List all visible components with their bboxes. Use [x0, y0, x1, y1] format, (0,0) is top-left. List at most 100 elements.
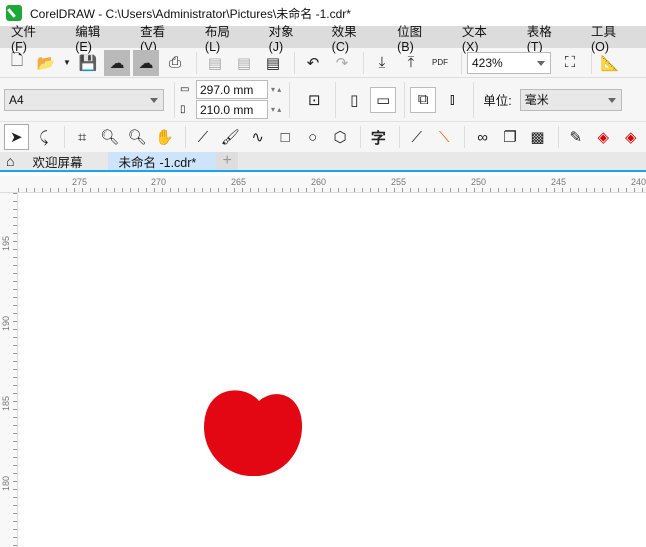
save-icon[interactable]: 💾	[75, 50, 101, 76]
redo-icon[interactable]: ↷	[329, 50, 355, 76]
menu-text[interactable]: 文本(X)	[451, 21, 508, 54]
ruler-ticks	[18, 188, 646, 192]
undo-icon[interactable]: ↶	[300, 50, 326, 76]
text-tool-icon[interactable]: 字	[366, 124, 390, 150]
tab-untitled-1[interactable]: 未命名 -1.cdr*	[108, 152, 217, 170]
new-document-icon[interactable]: 🗋	[4, 50, 30, 76]
page-height-input[interactable]: 210.0 mm	[196, 100, 268, 119]
home-icon[interactable]: ⌂	[0, 152, 20, 170]
property-bar: A4 ▭ 297.0 mm ▾ ▴ ▯ 210.0 mm ▾ ▴ ⊡ ▯ ▭ ⧉ ⫾ 单…	[0, 78, 646, 122]
ruler-label: 190	[1, 315, 11, 331]
separator	[557, 126, 559, 148]
portrait-icon[interactable]: ▯	[341, 87, 367, 113]
chevron-down-icon	[537, 60, 545, 70]
ruler-label: 255	[391, 177, 407, 187]
polygon-tool-icon[interactable]: ⬡	[328, 124, 352, 150]
drop-shadow-tool-icon[interactable]: ❐	[498, 124, 522, 150]
document-tabs: ⌂ 欢迎屏幕 未命名 -1.cdr* +	[0, 152, 646, 172]
chevron-down-icon	[607, 97, 616, 107]
cut-icon[interactable]: ▤	[202, 50, 228, 76]
shape-tool-icon[interactable]: ⤹	[32, 124, 56, 150]
paste-icon[interactable]: ▤	[260, 50, 286, 76]
chevron-down-icon	[150, 97, 158, 107]
export-icon[interactable]: ⤒	[398, 50, 424, 76]
ruler-label: 275	[72, 177, 88, 187]
ruler-label: 270	[151, 177, 167, 187]
separator	[404, 81, 406, 118]
page-width-input[interactable]: 297.0 mm	[196, 80, 268, 99]
red-apple-shape[interactable]	[204, 390, 303, 477]
separator	[335, 81, 337, 118]
separator	[196, 51, 197, 74]
apply-all-pages-icon[interactable]: ⧉	[410, 86, 437, 113]
connector-tool-icon[interactable]: ⟍	[432, 124, 456, 150]
drawing-canvas[interactable]	[19, 194, 646, 547]
ruler-label: 195	[1, 235, 11, 251]
pen-curve-tool-icon[interactable]: ∿	[246, 124, 270, 150]
options-icon[interactable]: 📐	[597, 50, 623, 76]
export-pdf-icon[interactable]: PDF	[427, 50, 453, 76]
transparency-tool-icon[interactable]: ▩	[525, 124, 549, 150]
zoom-tool-icon[interactable]: 🔍︎	[97, 124, 121, 150]
separator	[363, 51, 364, 74]
page-size-value: A4	[9, 92, 24, 107]
separator	[174, 81, 175, 118]
open-dropdown-icon[interactable]: ▼	[62, 50, 72, 76]
artistic-media-tool-icon[interactable]: 🖌	[218, 124, 242, 150]
toolbox: ➤ ⤹ ⌗ 🔍︎ 🔍︎ ✋ ⟋ 🖌 ∿ □ ○ ⬡ 字 ⟋ ⟍ ∞ ❐ ▩ ✎ …	[0, 122, 646, 152]
dimension-tool-icon[interactable]: ⟋	[405, 124, 429, 150]
units-select[interactable]: 毫米	[519, 88, 622, 111]
width-spinner[interactable]: ▾ ▴	[268, 85, 281, 94]
ruler-label: 250	[471, 177, 487, 187]
current-page-icon[interactable]: ⫾	[439, 87, 465, 113]
full-screen-icon[interactable]: ⛶	[557, 50, 583, 76]
freehand-tool-icon[interactable]: ⟋	[191, 124, 215, 150]
tab-welcome-screen[interactable]: 欢迎屏幕	[20, 152, 108, 170]
height-spinner[interactable]: ▾ ▴	[268, 105, 281, 114]
all-pages-icon[interactable]: ⊡	[301, 87, 327, 113]
page-size-select[interactable]: A4	[4, 88, 164, 111]
ruler-ticks	[13, 193, 17, 547]
page-width-icon: ▭	[180, 84, 190, 95]
ruler-label: 240	[631, 177, 646, 187]
crop-tool-icon[interactable]: ⌗	[70, 124, 94, 150]
pan-tool-icon[interactable]: ✋	[152, 124, 176, 150]
horizontal-ruler[interactable]: 275 270 265 260 255 250 245 240	[0, 176, 646, 193]
import-icon[interactable]: ⤓	[369, 50, 395, 76]
vertical-ruler[interactable]: 195 190 185 180	[0, 193, 18, 547]
ruler-label: 265	[231, 177, 247, 187]
units-value: 毫米	[524, 93, 549, 107]
print-icon[interactable]: ⎙	[162, 50, 188, 76]
ruler-label: 260	[311, 177, 327, 187]
zoom-out-tool-icon[interactable]: 🔍︎	[125, 124, 149, 150]
separator	[464, 126, 466, 148]
ruler-label: 180	[1, 475, 11, 491]
window-title: CorelDRAW - C:\Users\Administrator\Pictu…	[30, 6, 351, 21]
open-icon[interactable]: 📂	[33, 50, 59, 76]
ruler-label: 245	[551, 177, 567, 187]
ellipse-tool-icon[interactable]: ○	[300, 124, 324, 150]
zoom-value: 423%	[472, 55, 503, 70]
copy-icon[interactable]: ▤	[231, 50, 257, 76]
blend-tool-icon[interactable]: ∞	[470, 124, 494, 150]
new-tab-plus-icon[interactable]: +	[216, 152, 238, 170]
pick-tool-icon[interactable]: ➤	[4, 124, 29, 150]
separator	[64, 126, 65, 148]
menu-bar: 文件(F) 编辑(E) 查看(V) 布局(L) 对象(J) 效果(C) 位图(B…	[0, 25, 646, 54]
separator	[591, 51, 592, 74]
units-label: 单位:	[483, 94, 512, 108]
landscape-icon[interactable]: ▭	[370, 86, 397, 113]
smart-fill-tool-icon[interactable]: ◈	[619, 124, 643, 150]
eyedropper-tool-icon[interactable]: ✎	[564, 124, 588, 150]
cloud-upload-icon[interactable]: ☁	[133, 49, 159, 76]
rectangle-tool-icon[interactable]: □	[273, 124, 297, 150]
separator	[473, 81, 475, 118]
separator	[461, 51, 462, 74]
pdf-label: PDF	[432, 58, 448, 67]
cloud-download-icon[interactable]: ☁	[104, 49, 130, 76]
separator	[398, 126, 400, 148]
interactive-fill-tool-icon[interactable]: ◈	[591, 124, 615, 150]
coreldraw-logo-icon	[6, 5, 22, 21]
ruler-label: 185	[1, 395, 11, 411]
zoom-level-select[interactable]: 423%	[467, 51, 551, 74]
